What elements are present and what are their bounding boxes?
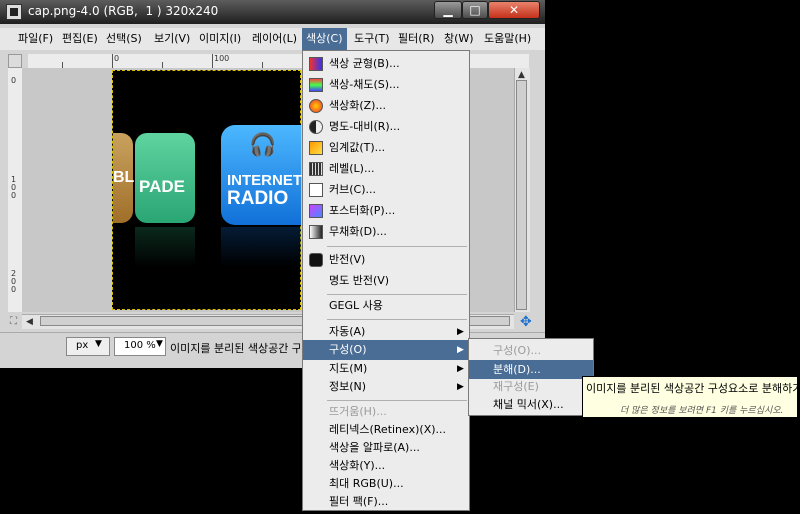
ruler-label: 100 — [214, 54, 230, 63]
hue-saturation-icon — [309, 78, 323, 92]
menu-filters[interactable]: 필터(R) — [394, 31, 438, 47]
gimp-window-icon — [6, 4, 22, 20]
menu-help[interactable]: 도움말(H) — [480, 31, 535, 47]
menu-item-invert[interactable]: 반전(V) — [303, 250, 469, 270]
menu-item-auto[interactable]: 자동(A) ▶ — [303, 322, 469, 342]
menu-item-color-balance[interactable]: 색상 균형(B)... — [303, 54, 469, 74]
tooltip-text: 이미지를 분리된 색상공간 구성요소로 분해하기 — [586, 382, 800, 395]
ruler-label: 1 0 0 — [11, 175, 17, 200]
vertical-scroll-thumb[interactable] — [516, 80, 527, 310]
menu-separator — [327, 400, 467, 401]
menu-item-hot[interactable]: 뜨거움(H)... — [303, 402, 469, 422]
menu-view[interactable]: 보기(V) — [150, 31, 194, 47]
menu-separator — [327, 246, 467, 247]
menu-item-map[interactable]: 지도(M) ▶ — [303, 359, 469, 379]
app-tile-1-label: BL — [113, 169, 135, 186]
menu-image[interactable]: 이미지(I) — [195, 31, 245, 47]
menu-colors[interactable]: 색상(C) — [302, 28, 347, 50]
menu-item-levels[interactable]: 레벨(L)... — [303, 159, 469, 179]
brightness-contrast-icon — [309, 120, 323, 134]
color-balance-icon — [309, 57, 323, 71]
tooltip-help-hint: 더 많은 정보를 보려면 F1 키를 누르십시오. — [620, 406, 784, 416]
posterize-icon — [309, 204, 323, 218]
menu-item-threshold[interactable]: 임계값(T)... — [303, 138, 469, 158]
menu-item-hue-saturation[interactable]: 색상-채도(S)... — [303, 75, 469, 95]
chevron-down-icon[interactable]: ▼ — [95, 339, 102, 349]
submenu-item-compose[interactable]: 구성(O)... — [469, 341, 593, 360]
menu-item-components[interactable]: 구성(O) ▶ — [303, 340, 469, 360]
menu-item-filter-pack[interactable]: 필터 팩(F)... — [303, 492, 469, 512]
menu-layer[interactable]: 레이어(L) — [248, 31, 301, 47]
quick-mask-icon[interactable]: ⛶ — [10, 316, 17, 327]
threshold-icon — [309, 141, 323, 155]
maximize-button[interactable]: □ — [462, 1, 488, 19]
menu-separator — [327, 319, 467, 320]
components-submenu: 구성(O)... 분해(D)... 재구성(E) 채널 믹서(X)... — [468, 338, 594, 416]
ruler-label: 0 — [114, 54, 120, 63]
submenu-item-recompose[interactable]: 재구성(E) — [469, 377, 593, 396]
invert-icon — [309, 253, 323, 267]
menu-item-colorize[interactable]: 색상화(Z)... — [303, 96, 469, 116]
curves-icon — [309, 183, 323, 197]
menu-windows[interactable]: 창(W) — [440, 31, 478, 47]
submenu-arrow-icon: ▶ — [457, 327, 464, 337]
menu-bar: 파일(F) 편집(E) 선택(S) 보기(V) 이미지(I) 레이어(L) 색상… — [0, 28, 545, 50]
minimize-button[interactable]: ▁ — [434, 1, 462, 19]
unit-value: px — [76, 340, 89, 351]
scroll-left-icon[interactable]: ◀ — [26, 317, 33, 327]
ruler-corner-menu-button[interactable] — [8, 54, 22, 68]
menu-item-max-rgb[interactable]: 최대 RGB(U)... — [303, 474, 469, 494]
close-button[interactable]: ✕ — [488, 1, 540, 19]
ruler-label: 2 0 0 — [11, 269, 17, 294]
submenu-arrow-icon: ▶ — [457, 382, 464, 392]
menu-item-info[interactable]: 정보(N) ▶ — [303, 377, 469, 397]
submenu-arrow-icon: ▶ — [457, 345, 464, 355]
status-message: 이미지를 분리된 색상공간 구성요소로 분해하기 — [170, 342, 300, 355]
menu-item-posterize[interactable]: 포스터화(P)... — [303, 201, 469, 221]
menu-item-brightness-contrast[interactable]: 명도-대비(R)... — [303, 117, 469, 137]
menu-item-use-gegl[interactable]: GEGL 사용 — [303, 296, 469, 316]
app-tile-3-label-1: INTERNET — [227, 172, 302, 189]
ruler-label: 0 — [11, 76, 17, 85]
zoom-value: 100 % — [124, 340, 156, 351]
desaturate-icon — [309, 225, 323, 239]
menu-item-retinex[interactable]: 레티넥스(Retinex)(X)... — [303, 420, 469, 440]
app-tile-2-label: PADE — [139, 177, 185, 196]
colorize-icon — [309, 99, 323, 113]
menu-item-value-invert[interactable]: 명도 반전(V) — [303, 271, 469, 291]
menu-item-curves[interactable]: 커브(C)... — [303, 180, 469, 200]
app-tile-1: BL — [113, 133, 135, 223]
submenu-item-channel-mixer[interactable]: 채널 믹서(X)... — [469, 395, 593, 414]
menu-edit[interactable]: 편집(E) — [58, 31, 102, 47]
navigate-icon[interactable]: ✥ — [520, 314, 532, 330]
menu-select[interactable]: 선택(S) — [102, 31, 146, 47]
image-canvas[interactable]: BL PADE 🎧 INTERNET RADIO — [112, 70, 302, 310]
levels-icon — [309, 162, 323, 176]
app-tile-3-label-2: RADIO — [227, 188, 289, 209]
headphones-icon: 🎧 — [249, 132, 277, 157]
colors-menu: 색상 균형(B)... 색상-채도(S)... 색상화(Z)... 명도-대비(… — [302, 50, 470, 511]
menu-tools[interactable]: 도구(T) — [350, 31, 394, 47]
scroll-up-icon[interactable]: ▲ — [518, 70, 525, 80]
window-title: cap.png-4.0 (RGB, 1 ) 320x240 — [28, 4, 219, 18]
chevron-down-icon[interactable]: ▼ — [156, 339, 163, 349]
menu-file[interactable]: 파일(F) — [14, 31, 57, 47]
app-tile-2: PADE — [135, 133, 195, 223]
menu-separator — [327, 294, 467, 295]
menu-item-color-to-alpha[interactable]: 색상을 알파로(A)... — [303, 438, 469, 458]
menu-item-desaturate[interactable]: 무채화(D)... — [303, 222, 469, 242]
vertical-ruler[interactable]: 0 1 0 0 2 0 0 — [8, 68, 23, 312]
app-tile-3: 🎧 INTERNET RADIO — [221, 125, 302, 225]
submenu-arrow-icon: ▶ — [457, 364, 464, 374]
menu-item-colorify[interactable]: 색상화(Y)... — [303, 456, 469, 476]
